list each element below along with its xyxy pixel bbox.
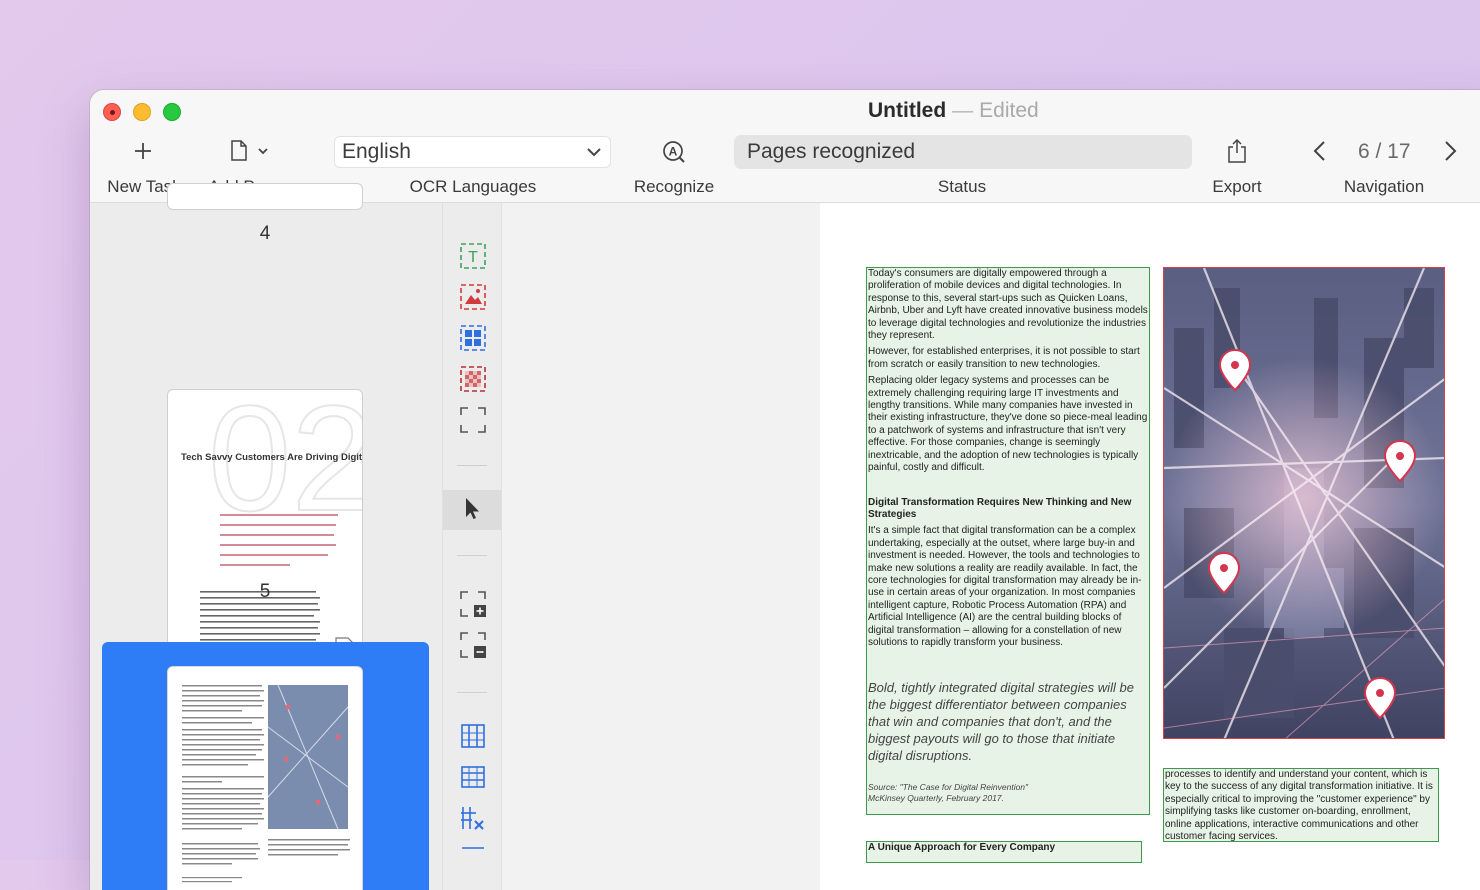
page-thumbnail-5[interactable]: 02 Tech Savvy Customers Are Driving Digi… [167,389,363,667]
tool-divider [457,465,487,466]
area-select-icon[interactable] [458,405,488,435]
insert-row-icon[interactable] [458,762,488,792]
svg-text:T: T [468,249,478,266]
pull-quote: Bold, tightly integrated digital strateg… [868,680,1134,764]
page-thumbnail-4[interactable] [167,183,363,210]
edited-indicator: Edited [979,99,1039,122]
document-name: Untitled [868,99,947,122]
plus-icon [135,143,151,159]
ocr-language-value: English [342,140,411,163]
text-area-right[interactable]: processes to identify and understand you… [1163,768,1439,842]
title-separator: — [952,99,974,122]
add-area-icon[interactable] [458,589,488,619]
page-5-preview: 02 Tech Savvy Customers Are Driving Digi… [181,390,363,661]
share-icon [1228,138,1246,163]
source-title: Source: "The Case for Digital Reinventio… [868,782,1029,793]
page-thumbnail-6[interactable] [167,666,363,890]
minimize-window-button[interactable] [133,103,151,121]
recognize-icon: A [663,141,685,163]
status-label: Status [937,177,987,196]
recognize-label: Recognize [633,177,715,196]
app-window: Untitled—Edited New Task Add Pages Engli… [90,90,1480,890]
status-value: Pages recognized [747,140,916,163]
document-page[interactable]: Today's consumers are digitally empowere… [820,203,1480,890]
tool-divider [457,692,487,693]
paragraph: processes to identify and understand you… [1165,769,1433,842]
insert-column-icon[interactable] [458,721,488,751]
text-area-icon[interactable]: T [458,241,488,271]
delete-separator-icon[interactable] [458,803,488,833]
svg-text:A: A [669,145,678,159]
document-canvas-background [502,203,820,890]
zoom-window-button[interactable] [163,103,181,121]
chevron-down-icon [587,148,601,157]
page-number-4: 4 [259,223,271,244]
paragraph: Today's consumers are digitally empowere… [868,268,1148,342]
page-5-heading: Tech Savvy Customers Are Driving Digital… [181,452,363,463]
export-label: Export [1212,177,1262,196]
window-title: Untitled — Edited [868,99,1039,123]
pointer-icon [466,498,479,519]
area-tools-strip: T [442,203,502,890]
page-6-preview [182,684,350,883]
status-field: Pages recognized [734,135,1192,169]
text-area-main[interactable]: Today's consumers are digitally empowere… [866,267,1150,815]
document-icon [231,140,268,161]
svg-text:02: 02 [208,390,363,542]
background-picture-icon[interactable] [458,364,488,394]
city-aerial-image [1164,268,1444,738]
remove-area-icon[interactable] [458,630,488,660]
quote-source: Source: "The Case for Digital Reinventio… [868,782,1148,804]
page-counter: 6 / 17 [1358,140,1411,163]
more-tools-icon[interactable] [458,844,488,874]
ocr-language-select[interactable]: English [334,136,611,168]
chevron-down-icon [258,148,268,155]
source-publication: McKinsey Quarterly, February 2017. [868,793,1004,804]
picture-area-icon[interactable] [458,282,488,312]
next-page-button[interactable] [1442,140,1458,162]
navigation-label: Navigation [1343,177,1425,196]
ocr-languages-label: OCR Languages [409,177,537,196]
previous-page-button[interactable] [1312,140,1328,162]
table-area-icon[interactable] [458,323,488,353]
paragraph: However, for established enterprises, it… [868,346,1140,370]
section-heading: A Unique Approach for Every Company [868,842,1056,853]
page-thumbnails-sidebar[interactable]: 4 02 Tech Savvy Customers Are Driving Di… [90,183,442,890]
page-number-5: 5 [259,581,271,602]
pointer-tool-selected[interactable] [443,490,501,530]
tool-divider [457,555,487,556]
paragraph: Replacing older legacy systems and proce… [868,375,1148,474]
close-window-button[interactable] [103,103,121,121]
paragraph: It's a simple fact that digital transfor… [868,525,1142,648]
picture-area[interactable] [1163,267,1445,739]
section-heading: Digital Transformation Requires New Thin… [868,496,1132,520]
